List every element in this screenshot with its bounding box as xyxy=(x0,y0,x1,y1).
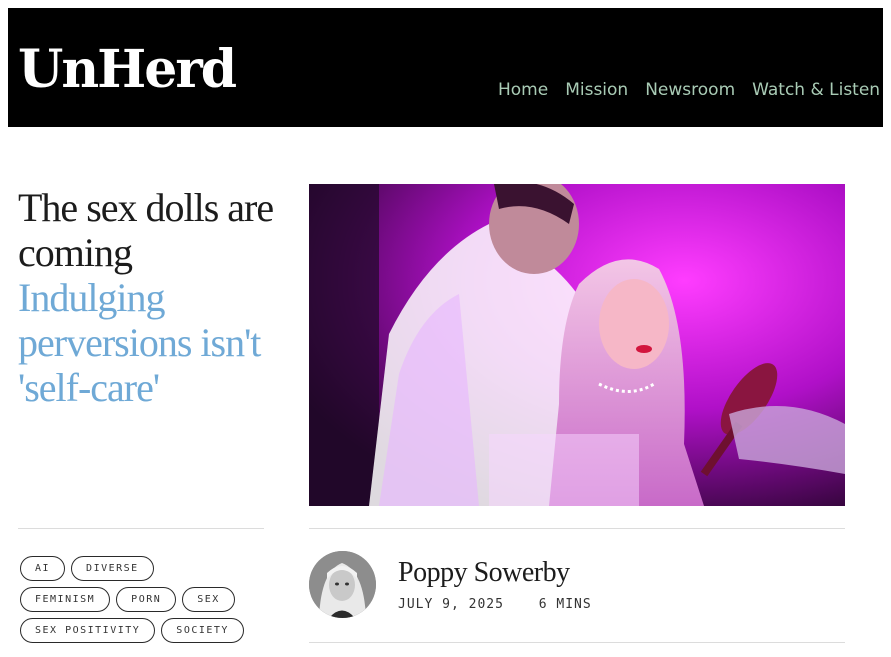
tag-sex[interactable]: SEX xyxy=(182,587,235,612)
hero-image xyxy=(309,184,845,506)
tag-society[interactable]: SOCIETY xyxy=(161,618,244,643)
tag-porn[interactable]: PORN xyxy=(116,587,177,612)
right-divider-top xyxy=(309,528,845,529)
article-headline: The sex dolls are coming Indulging perve… xyxy=(18,185,278,410)
publish-date: JULY 9, 2025 xyxy=(398,597,504,612)
nav-watch-listen[interactable]: Watch & Listen xyxy=(752,80,880,100)
tag-list: AI DIVERSE FEMINISM PORN SEX SEX POSITIV… xyxy=(20,556,270,649)
tag-ai[interactable]: AI xyxy=(20,556,66,581)
tag-diverse[interactable]: DIVERSE xyxy=(71,556,154,581)
tag-sex-positivity[interactable]: SEX POSITIVITY xyxy=(20,618,156,643)
nav-home[interactable]: Home xyxy=(498,80,548,100)
main-nav: Home Mission Newsroom Watch & Listen xyxy=(498,80,883,100)
nav-mission[interactable]: Mission xyxy=(565,80,628,100)
right-divider-bottom xyxy=(309,642,845,643)
left-divider xyxy=(18,528,264,529)
site-header: UnHerd Home Mission Newsroom Watch & Lis… xyxy=(8,8,883,127)
tag-feminism[interactable]: FEMINISM xyxy=(20,587,111,612)
article-title: The sex dolls are coming xyxy=(18,185,274,275)
article-subtitle: Indulging perversions isn't 'self-care' xyxy=(18,275,261,410)
author-avatar[interactable] xyxy=(309,551,376,618)
read-time: 6 MINS xyxy=(538,597,592,612)
nav-newsroom[interactable]: Newsroom xyxy=(645,80,735,100)
site-logo[interactable]: UnHerd xyxy=(18,44,237,96)
article-meta: JULY 9, 2025 6 MINS xyxy=(398,597,618,612)
author-name[interactable]: Poppy Sowerby xyxy=(398,557,570,589)
